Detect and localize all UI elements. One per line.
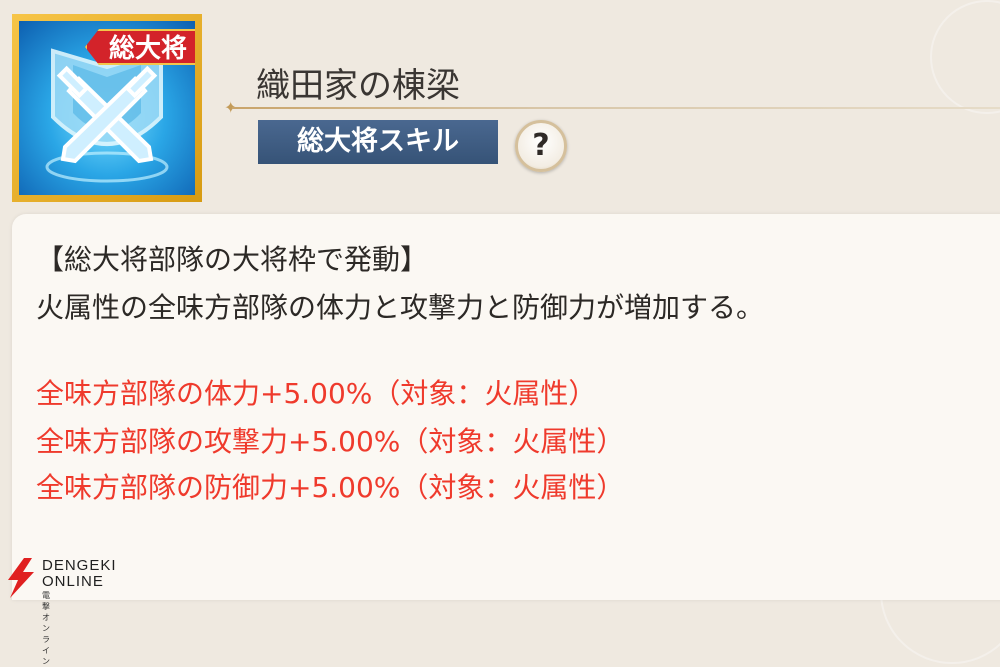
watermark-line2: ONLINE	[42, 573, 104, 590]
background-swirl	[930, 0, 1000, 114]
commander-badge: 総大将	[84, 29, 195, 65]
skill-title: 織田家の棟梁	[256, 66, 460, 106]
effect-line-defense: 全味方部隊の防御力+5.00%（対象：火属性）	[36, 471, 625, 504]
effect-line-hp: 全味方部隊の体力+5.00%（対象：火属性）	[36, 377, 597, 410]
dengeki-online-watermark: DENGEKI ONLINE 電撃オンライン	[4, 558, 116, 666]
activation-condition: 【総大将部隊の大将枠で発動】	[36, 243, 429, 276]
effect-line-attack: 全味方部隊の攻撃力+5.00%（対象：火属性）	[36, 425, 625, 458]
help-button[interactable]: ?	[515, 120, 567, 172]
crossed-swords-icon: 総大将	[19, 21, 195, 195]
lightning-logo-icon	[8, 558, 34, 598]
title-divider	[232, 107, 1000, 109]
skill-icon-frame: 総大将	[12, 14, 202, 202]
skill-summary: 火属性の全味方部隊の体力と攻撃力と防御力が増加する。	[36, 291, 765, 324]
skill-type-label: 総大将スキル	[258, 120, 498, 164]
watermark-line3: 電撃オンライン	[42, 591, 50, 666]
watermark-line1: DENGEKI	[42, 557, 117, 574]
